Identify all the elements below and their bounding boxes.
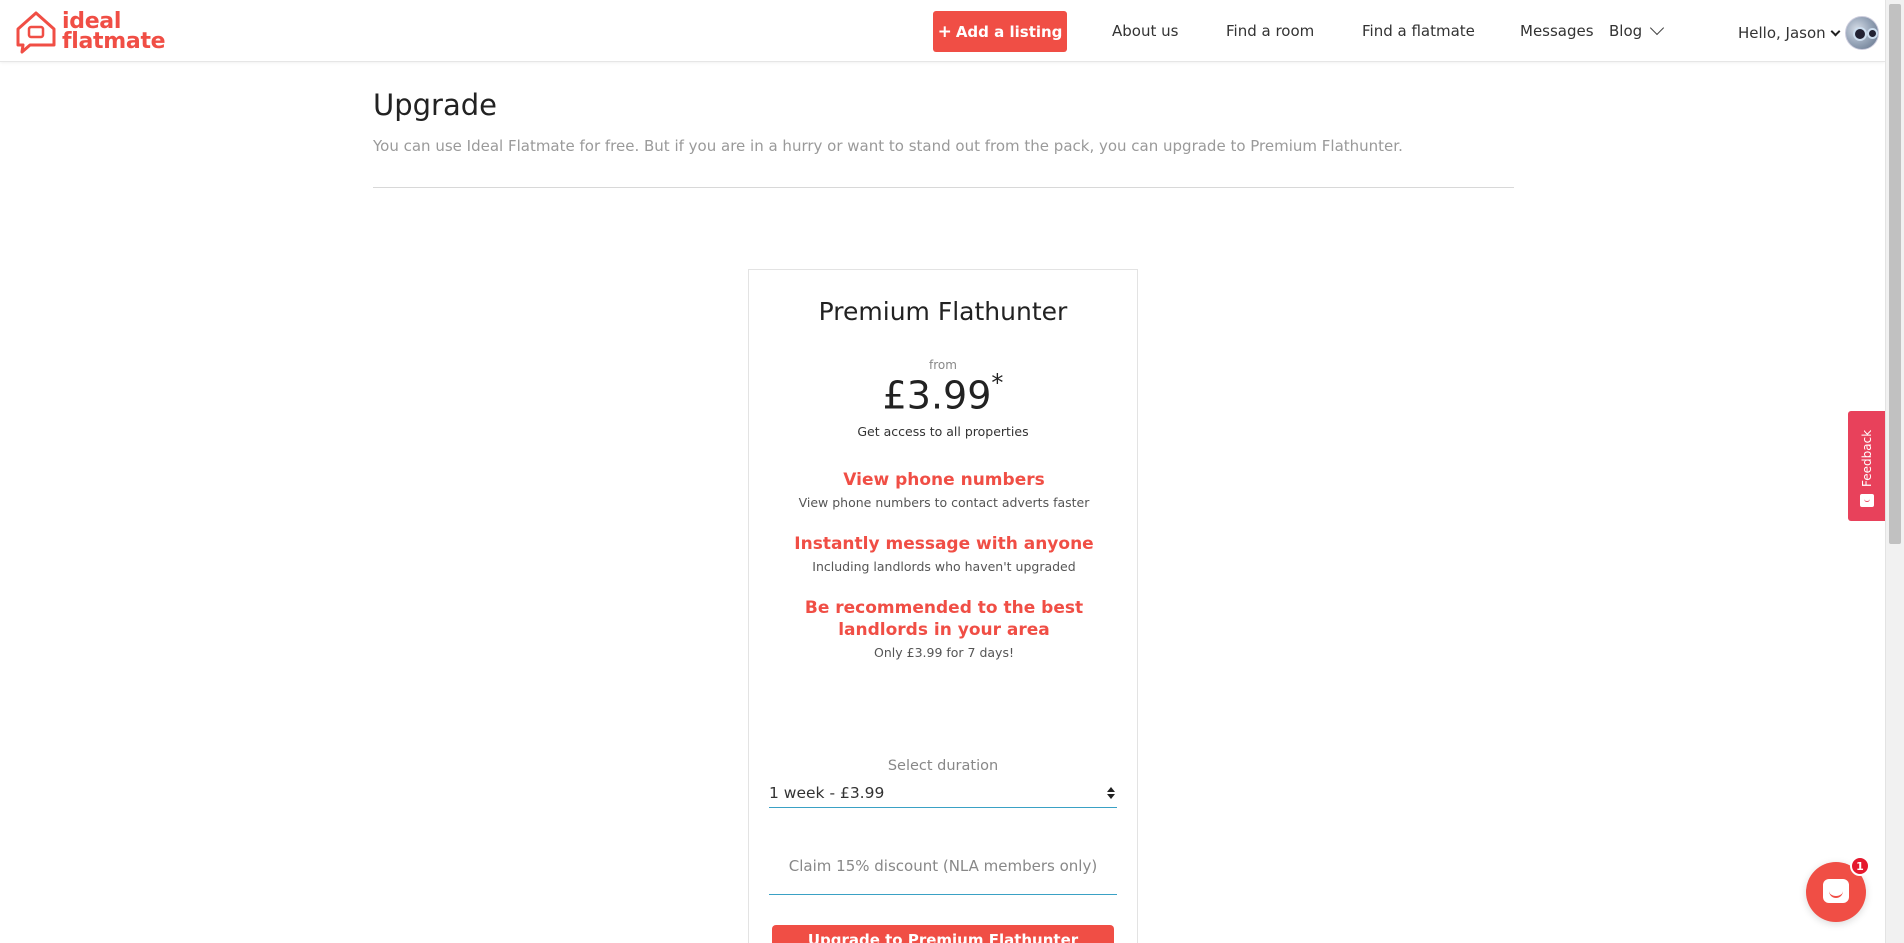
feature-item: View phone numbers View phone numbers to… [769, 469, 1119, 510]
unread-badge: 1 [1850, 856, 1870, 876]
top-nav-bar: ideal flatmate + Add a listing About us … [0, 0, 1885, 62]
house-speech-icon [16, 11, 56, 54]
page-scrollbar[interactable] [1885, 0, 1904, 943]
avatar[interactable] [1844, 16, 1879, 50]
feature-title: Be recommended to the best landlords in … [804, 598, 1084, 640]
price-value: £3.99 [882, 373, 992, 418]
feature-description: Including landlords who haven't upgraded [812, 559, 1076, 574]
add-listing-label: Add a listing [955, 22, 1063, 41]
feedback-label: Feedback [1860, 429, 1874, 487]
chevron-down-icon [1650, 20, 1665, 36]
user-menu[interactable]: Hello, Jason [1738, 16, 1879, 50]
nav-about-us[interactable]: About us [1112, 22, 1178, 40]
chevron-down-icon [1830, 26, 1841, 36]
nav-blog[interactable]: Blog [1609, 20, 1665, 40]
divider [373, 187, 1514, 188]
plan-price: £3.99* [749, 369, 1137, 418]
feature-item: Be recommended to the best landlords in … [769, 597, 1119, 660]
upgrade-button[interactable]: Upgrade to Premium Flathunter [772, 925, 1114, 943]
plus-icon: + [937, 21, 952, 42]
smiley-chat-icon [1860, 494, 1874, 507]
ideal-flatmate-logo[interactable]: ideal flatmate [14, 9, 166, 55]
feedback-tab[interactable]: Feedback [1848, 411, 1885, 521]
plan-tagline: Get access to all properties [857, 424, 1029, 439]
chat-icon [1823, 879, 1849, 903]
add-listing-button[interactable]: + Add a listing [933, 11, 1067, 52]
user-greeting: Hello, Jason [1738, 24, 1826, 42]
nav-find-a-flatmate[interactable]: Find a flatmate [1362, 22, 1475, 40]
duration-selected-value: 1 week - £3.99 [769, 783, 885, 802]
price-asterisk: * [991, 369, 1004, 397]
page-subtitle: You can use Ideal Flatmate for free. But… [373, 137, 1403, 155]
feature-title: Instantly message with anyone [794, 534, 1094, 554]
nav-find-a-room[interactable]: Find a room [1226, 22, 1314, 40]
feature-title: View phone numbers [843, 470, 1045, 490]
logo-line-2: flatmate [62, 29, 166, 54]
nav-blog-label: Blog [1609, 22, 1643, 40]
price-from-label: from [929, 358, 957, 372]
plan-card: Premium Flathunter from £3.99* Get acces… [748, 269, 1138, 943]
page-title: Upgrade [373, 88, 497, 122]
logo-wordmark: ideal flatmate [62, 11, 166, 54]
duration-label: Select duration [887, 758, 999, 774]
feature-description: Only £3.99 for 7 days! [874, 645, 1014, 660]
nav-messages[interactable]: Messages [1520, 22, 1594, 40]
nla-discount-field[interactable]: Claim 15% discount (NLA members only) [769, 845, 1117, 895]
scrollbar-thumb[interactable] [1889, 4, 1901, 544]
plan-name: Premium Flathunter [818, 297, 1068, 326]
duration-select[interactable]: 1 week - £3.99 [769, 778, 1117, 808]
chat-launcher-button[interactable]: 1 [1806, 856, 1870, 922]
feature-item: Instantly message with anyone Including … [769, 533, 1119, 574]
feature-description: View phone numbers to contact adverts fa… [798, 495, 1090, 510]
select-arrows-icon [1107, 786, 1115, 799]
